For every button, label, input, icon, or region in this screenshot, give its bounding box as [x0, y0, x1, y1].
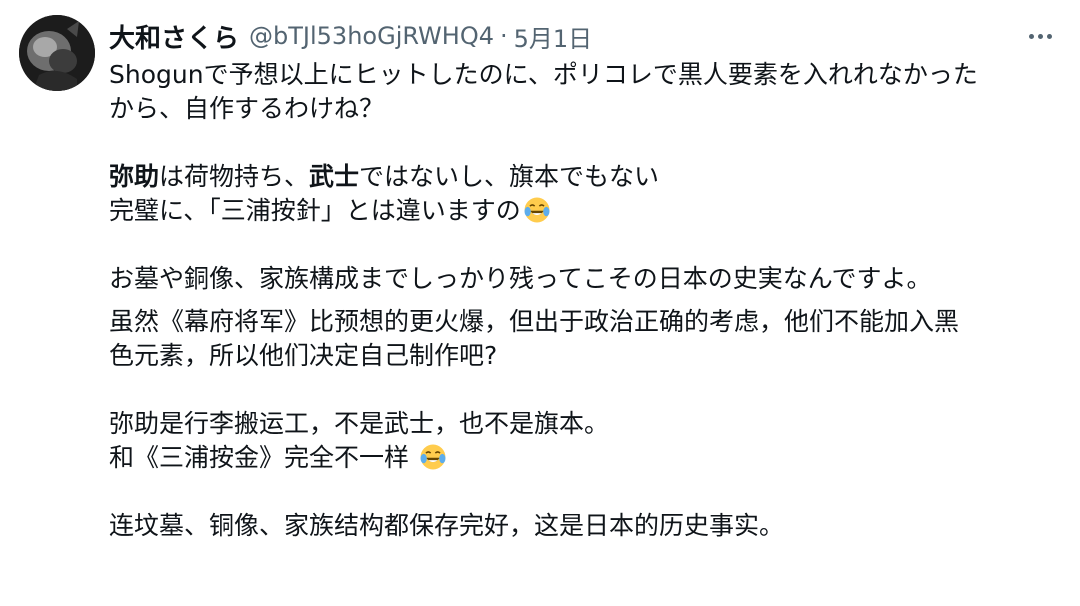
- tweet-translation-line: 色元素，所以他们决定自己制作吧?: [109, 341, 498, 370]
- tweet-text-line: から、自作するわけね？: [109, 94, 385, 123]
- avatar[interactable]: [19, 15, 95, 91]
- tweet-header: 大和さくら @bTJl53hoGjRWHQ4 · 5月1日: [109, 18, 592, 54]
- face-with-tears-of-joy-icon: [524, 197, 550, 223]
- more-dot-icon: [1037, 33, 1043, 39]
- tweet-translation-line: 连坟墓、铜像、家族结构都保存完好，这是日本的历史事实。: [109, 511, 785, 540]
- tweet-text-fragment: 完璧に、「三浦按針」とは違いますの: [109, 196, 521, 225]
- tweet-text: Shogunで予想以上にヒットしたのに、ポリコレで黒人要素を入れれなかった から…: [109, 58, 1069, 543]
- tweet-text-fragment: ではないし、旗本でもない: [359, 162, 660, 191]
- avatar-image: [19, 15, 95, 91]
- tweet-text-fragment: 和《三浦按金》完全不一样: [109, 443, 417, 472]
- tweet-translation-line: 和《三浦按金》完全不一样: [109, 441, 1069, 475]
- tweet-text-line: 弥助は荷物持ち、武士ではないし、旗本でもない: [109, 160, 1069, 194]
- tweet-translation-line: 虽然《幕府将军》比预想的更火爆，但出于政治正确的考虑，他们不能加入黑: [109, 307, 960, 336]
- separator-dot: ·: [500, 22, 508, 50]
- tweet-text-line: お墓や銅像、家族構成までしっかり残ってこその日本の史実なんですよ。: [109, 264, 932, 293]
- face-with-tears-of-joy-icon: [420, 444, 446, 470]
- tweet-card[interactable]: 大和さくら @bTJl53hoGjRWHQ4 · 5月1日 Shogunで予想以…: [0, 0, 1080, 606]
- display-name[interactable]: 大和さくら: [109, 18, 239, 55]
- tweet-date[interactable]: 5月1日: [514, 19, 593, 54]
- more-options-button[interactable]: [1020, 22, 1060, 50]
- tweet-text-fragment: は荷物持ち、: [159, 162, 310, 191]
- tweet-text-line: 完璧に、「三浦按針」とは違いますの: [109, 194, 1069, 228]
- tweet-translation-line: 弥助是行李搬运工，不是武士，也不是旗本。: [109, 409, 610, 438]
- user-handle[interactable]: @bTJl53hoGjRWHQ4: [249, 22, 494, 50]
- more-dot-icon: [1046, 33, 1052, 39]
- hashtag-like-bold: 武士: [309, 162, 360, 191]
- more-dot-icon: [1028, 33, 1034, 39]
- hashtag-like-bold: 弥助: [109, 162, 160, 191]
- tweet-text-line: Shogunで予想以上にヒットしたのに、ポリコレで黒人要素を入れれなかった: [109, 60, 978, 89]
